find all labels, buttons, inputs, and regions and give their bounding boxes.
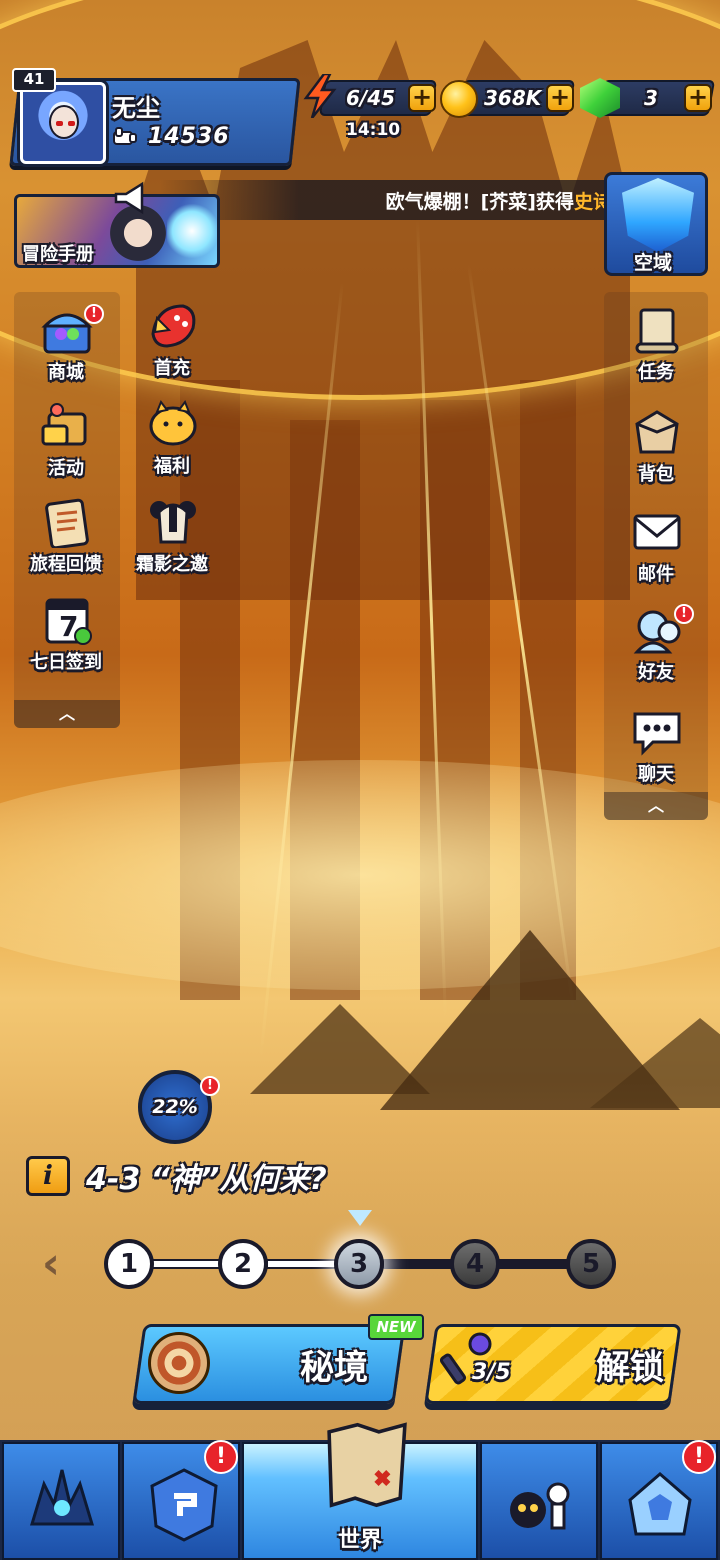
menu-label-friends: 好友 <box>638 662 674 683</box>
treasure-map-icon <box>327 1422 407 1508</box>
stage-node-3[interactable]: 3 <box>334 1239 384 1289</box>
menu-label-mail: 邮件 <box>638 564 674 585</box>
scroll-icon <box>635 308 679 354</box>
rune-card-icon <box>150 1468 218 1542</box>
mail-icon <box>633 514 681 550</box>
menu-item-welfare[interactable]: 福利 <box>120 398 224 490</box>
house-icon <box>628 1472 692 1536</box>
nav-tab-heroes[interactable] <box>2 1442 120 1560</box>
gem-value: 3 <box>644 86 658 110</box>
add-gems-button[interactable]: + <box>684 84 712 112</box>
menu-item-quests[interactable]: 任务 <box>604 304 708 396</box>
menu-item-journey-rewards[interactable]: 旅程回馈 <box>14 496 118 588</box>
energy-value: 6/45 <box>346 86 396 110</box>
stage-connector <box>266 1259 338 1269</box>
adventure-handbook-label: 冒险手册 <box>22 244 94 265</box>
menu-label-first-recharge: 首充 <box>154 358 190 379</box>
menu-label-shop: 商城 <box>48 362 84 383</box>
base-alert-badge: ! <box>682 1440 716 1474</box>
shop-alert-badge: ! <box>84 304 104 324</box>
fist-icon <box>113 127 137 145</box>
player-name: 无尘 <box>112 94 160 122</box>
menu-item-frost-shadow-invite[interactable]: 霜影之邀 <box>120 496 224 588</box>
megaphone-icon <box>114 181 144 215</box>
add-coins-button[interactable]: + <box>546 84 574 112</box>
secret-realm-label: 秘境 <box>300 1348 368 1388</box>
clipboard-icon <box>45 498 89 548</box>
new-badge: NEW <box>368 1314 424 1340</box>
nav-tab-world[interactable]: 世界 <box>242 1422 478 1560</box>
menu-label-seven-day-checkin: 七日签到 <box>30 652 102 673</box>
stage-connector <box>382 1259 454 1269</box>
stage-connector <box>150 1259 222 1269</box>
backpack-icon <box>635 410 679 454</box>
player-power: 14536 <box>148 124 230 149</box>
menu-label-quests: 任务 <box>638 362 674 383</box>
energy-timer: 14:10 <box>346 120 401 140</box>
current-stage-pointer-icon <box>348 1210 372 1226</box>
calendar-icon: 7 <box>45 598 92 645</box>
add-energy-button[interactable]: + <box>408 84 436 112</box>
right-menu-collapse-button[interactable]: ︿ <box>604 792 708 820</box>
stage-node-4[interactable]: 4 <box>450 1239 500 1289</box>
lightning-icon <box>303 74 337 118</box>
announcement-message: 欧气爆棚！[芥菜]获得 <box>385 191 574 213</box>
progress-alert-badge: ! <box>200 1076 220 1096</box>
menu-label-welfare: 福利 <box>154 456 190 477</box>
player-avatar[interactable] <box>20 82 106 164</box>
menu-label-journey-rewards: 旅程回馈 <box>30 554 102 575</box>
nav-label-world: 世界 <box>338 1528 383 1553</box>
stage-connector <box>498 1259 570 1269</box>
menu-label-chat: 聊天 <box>638 764 674 785</box>
stage-title: 4-3 “神”从何来? <box>86 1162 327 1197</box>
sky-domain-label: 空域 <box>634 252 673 274</box>
player-level-badge: 41 <box>12 68 56 92</box>
stage-node-2[interactable]: 2 <box>218 1239 268 1289</box>
previous-chapter-button[interactable]: ‹ <box>34 1242 68 1288</box>
chat-icon <box>633 712 681 756</box>
announcement-text: 欧气爆棚！[芥菜]获得史诗 <box>386 187 612 214</box>
stage-node-5[interactable]: 5 <box>566 1239 616 1289</box>
menu-item-mail[interactable]: 邮件 <box>604 506 708 598</box>
menu-item-first-recharge[interactable]: 首充 <box>120 300 224 392</box>
menu-label-backpack: 背包 <box>638 464 674 485</box>
first-recharge-icon <box>151 304 196 348</box>
coin-value: 368K <box>484 86 542 110</box>
menu-label-frost-shadow-invite: 霜影之邀 <box>136 554 208 575</box>
menu-item-chat[interactable]: 聊天 <box>604 706 708 798</box>
menu-item-shop[interactable]: ! 商城 <box>14 304 118 396</box>
shadow-creature-icon <box>510 1482 570 1530</box>
info-icon[interactable]: i <box>26 1156 70 1196</box>
menu-item-backpack[interactable]: 背包 <box>604 406 708 498</box>
key-count: 3/5 <box>472 1360 511 1385</box>
menu-item-events[interactable]: 活动 <box>14 400 118 492</box>
stage-node-1[interactable]: 1 <box>104 1239 154 1289</box>
cards-alert-badge: ! <box>204 1440 238 1474</box>
menu-label-events: 活动 <box>48 458 84 479</box>
friends-alert-badge: ! <box>674 604 694 624</box>
unlock-label: 解锁 <box>596 1348 664 1388</box>
frost-shadow-icon <box>150 501 196 544</box>
left-menu-collapse-button[interactable]: ︿ <box>14 700 120 728</box>
event-icon <box>41 403 87 446</box>
menu-item-friends[interactable]: ! 好友 <box>604 604 708 696</box>
nav-tab-companions[interactable] <box>480 1442 598 1560</box>
crystal-crown-icon <box>29 1469 95 1526</box>
piggy-bank-icon <box>149 399 197 446</box>
coin-icon <box>440 80 478 118</box>
target-icon <box>148 1332 210 1394</box>
menu-item-seven-day-checkin[interactable]: 7 七日签到 <box>14 594 118 686</box>
